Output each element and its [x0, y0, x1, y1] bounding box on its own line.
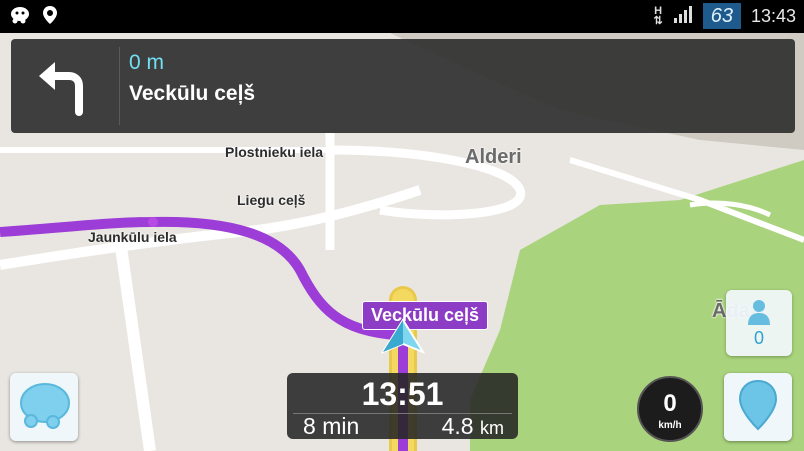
status-bar: H ⇅ 63 13:43: [0, 0, 804, 33]
distance-remaining: 4.8 km: [441, 413, 504, 439]
navigation-instruction-panel[interactable]: 0 m Veckūlu ceļš: [11, 39, 795, 133]
duration-remaining: 8 min: [303, 413, 360, 439]
person-icon: [746, 298, 772, 331]
speed-value: 0: [663, 390, 677, 417]
signal-strength-icon: [673, 5, 693, 28]
waze-icon: [17, 381, 71, 434]
waze-notification-icon: [10, 6, 30, 29]
car-position-arrow-icon: [380, 318, 426, 361]
map-label-liegu: Liegu ceļš: [237, 192, 306, 208]
report-pin-icon: [738, 379, 778, 436]
map-label-jaunkulu: Jaunkūlu iela: [88, 229, 177, 245]
arrival-time: 13:51: [361, 376, 444, 412]
map-label-alderi: Alderi: [465, 146, 522, 168]
nearby-wazers-button[interactable]: 0: [726, 290, 792, 356]
instruction-street: Veckūlu ceļš: [129, 82, 256, 105]
location-pin-icon: [42, 5, 58, 30]
nearby-wazers-count: 0: [753, 328, 764, 348]
battery-indicator: 63: [702, 3, 741, 29]
speedometer: 0 km/h: [637, 376, 703, 442]
speed-unit: km/h: [658, 420, 682, 431]
waze-menu-button[interactable]: [10, 373, 78, 441]
divider: [119, 47, 120, 125]
report-button[interactable]: [724, 373, 792, 441]
eta-panel[interactable]: 13:51 8 min 4.8 km: [287, 373, 518, 439]
network-type-icon: H ⇅: [653, 5, 663, 27]
turn-left-icon: [11, 39, 119, 133]
status-time: 13:43: [750, 5, 796, 26]
map-label-plostnieku: Plostnieku iela: [225, 144, 324, 160]
instruction-distance: 0 m: [129, 51, 165, 74]
